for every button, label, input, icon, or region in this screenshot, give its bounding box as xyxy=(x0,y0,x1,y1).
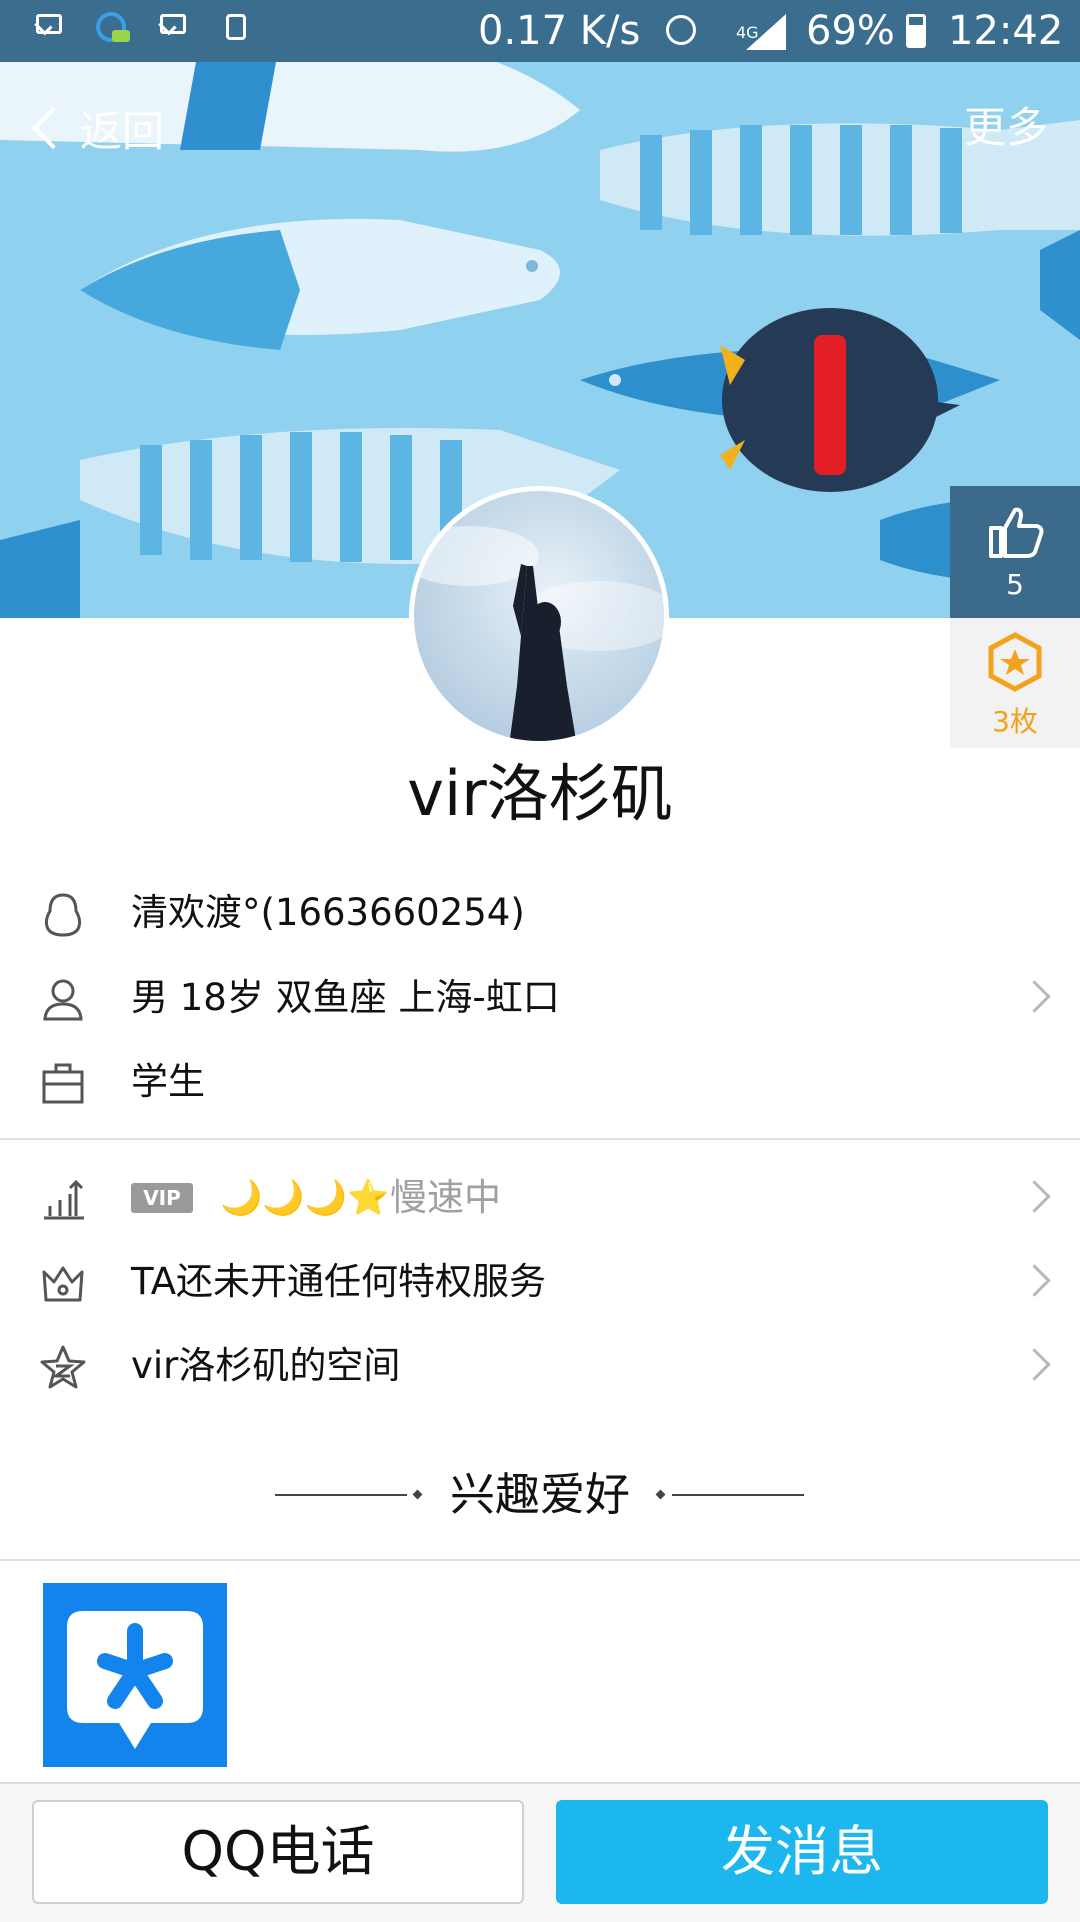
more-button[interactable]: 更多 xyxy=(964,98,1048,158)
app-chat-asterisk-icon xyxy=(67,1611,203,1749)
like-count: 5 xyxy=(1006,568,1024,601)
heading-line-right xyxy=(672,1494,804,1496)
qq-id-text: 清欢渡°(1663660254) xyxy=(131,891,525,934)
crown-icon xyxy=(42,1266,84,1302)
mail-icon xyxy=(36,14,62,34)
qq-row: 清欢渡°(1663660254) xyxy=(0,873,1080,953)
battery-icon xyxy=(906,14,926,48)
medal-button[interactable]: 3枚 xyxy=(950,618,1080,748)
net-speed: 0.17 K/s xyxy=(478,8,641,54)
qzone-star-icon xyxy=(40,1345,86,1389)
qzone-text: vir洛杉矶的空间 xyxy=(131,1344,401,1387)
battery-percent: 69% xyxy=(806,8,895,54)
interests-heading: 兴趣爱好 xyxy=(0,1460,1080,1530)
back-label: 返回 xyxy=(80,106,165,156)
level-moons-icon: 🌙🌙🌙⭐ xyxy=(220,1178,390,1218)
chevron-right-icon xyxy=(1018,1180,1051,1213)
like-button[interactable]: 5 xyxy=(950,486,1080,618)
divider xyxy=(0,1559,1080,1561)
privilege-text: TA还未开通任何特权服务 xyxy=(131,1260,547,1303)
avatar[interactable] xyxy=(409,486,669,746)
medal-count: 3枚 xyxy=(992,705,1038,738)
job-row: 学生 xyxy=(0,1042,1080,1122)
mail-icon xyxy=(160,14,186,34)
status-bar: 0.17 K/s 4G 69% 12:42 xyxy=(0,0,1080,62)
qq-chat-icon xyxy=(96,12,130,42)
chevron-left-icon xyxy=(31,106,75,150)
avatar-silhouette xyxy=(414,526,664,741)
briefcase-icon xyxy=(42,1063,84,1104)
job-text: 学生 xyxy=(131,1060,205,1103)
privilege-row[interactable]: TA还未开通任何特权服务 xyxy=(0,1242,1080,1322)
profile-name: vir洛杉矶 xyxy=(407,757,673,830)
alarm-icon xyxy=(666,15,696,45)
download-icon xyxy=(226,14,246,40)
level-row[interactable]: VIP 🌙🌙🌙⭐ 慢速中 xyxy=(0,1158,1080,1238)
chevron-right-icon xyxy=(1018,1348,1051,1381)
medal-icon xyxy=(988,632,1042,692)
qq-call-button[interactable]: QQ电话 xyxy=(32,1800,524,1904)
bottom-action-bar: QQ电话 发消息 xyxy=(0,1782,1080,1922)
personal-info-row[interactable]: 男 18岁 双鱼座 上海-虹口 xyxy=(0,958,1080,1038)
vip-badge: VIP xyxy=(131,1183,193,1213)
qzone-row[interactable]: vir洛杉矶的空间 xyxy=(0,1326,1080,1406)
personal-info-text: 男 18岁 双鱼座 上海-虹口 xyxy=(131,976,560,1019)
interest-app-tile[interactable] xyxy=(43,1583,227,1767)
signal-icon xyxy=(746,14,786,50)
level-status-text: 慢速中 xyxy=(390,1176,501,1219)
divider xyxy=(0,1138,1080,1140)
chevron-right-icon xyxy=(1018,1264,1051,1297)
interests-title: 兴趣爱好 xyxy=(449,1468,630,1521)
level-chart-icon xyxy=(44,1179,84,1220)
thumbs-up-icon xyxy=(989,507,1044,558)
person-icon xyxy=(43,979,83,1021)
send-message-button[interactable]: 发消息 xyxy=(556,1800,1048,1904)
back-button[interactable]: 返回 xyxy=(28,98,164,158)
chevron-right-icon xyxy=(1018,980,1051,1013)
penguin-icon xyxy=(44,893,82,937)
clock: 12:42 xyxy=(948,8,1064,54)
